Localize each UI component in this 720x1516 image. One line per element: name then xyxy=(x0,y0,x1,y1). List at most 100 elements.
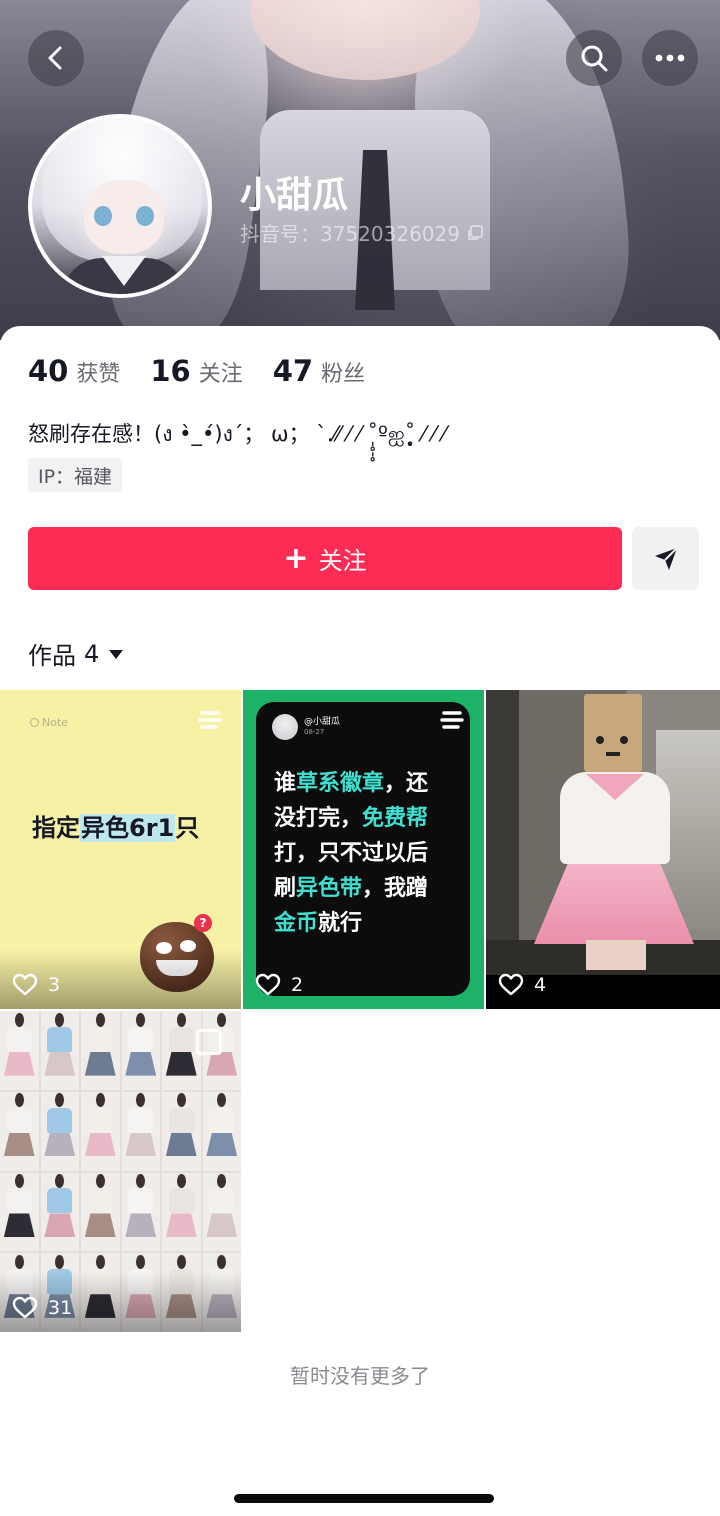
search-button[interactable] xyxy=(566,30,622,86)
collage-top xyxy=(87,1188,113,1214)
note-ring-icon xyxy=(30,718,39,727)
menu-lines-icon xyxy=(198,711,222,729)
tab-works-label: 作品 xyxy=(28,642,76,670)
collage-head xyxy=(95,1093,105,1108)
stat-label: 关注 xyxy=(198,362,243,387)
collage-skirt xyxy=(165,1051,197,1076)
collage-cell xyxy=(81,1091,120,1171)
post-author: @小甜瓜 xyxy=(304,717,341,727)
search-icon xyxy=(581,45,608,72)
follow-button[interactable]: + 关注 xyxy=(28,527,622,590)
collage-skirt xyxy=(206,1213,238,1238)
collage-cell xyxy=(202,1091,241,1171)
bag-eye xyxy=(620,736,628,744)
post-text-highlight: 草系徽章 xyxy=(296,771,385,796)
collage-head xyxy=(55,1254,65,1269)
collage-head xyxy=(217,1254,227,1269)
collage-head xyxy=(176,1012,186,1027)
profile-bio: 怒刷存在感！(ง •̀_•́)ง´； ω； `.⁄⁄ ⁄ ⁄ ˚̩̥̩̥ºஐ˚̩… xyxy=(28,422,446,446)
like-count-value: 31 xyxy=(48,1297,73,1319)
collage-skirt xyxy=(206,1132,238,1157)
collage-head xyxy=(136,1093,146,1108)
collage-cell xyxy=(0,1011,39,1090)
collage-head xyxy=(14,1012,24,1027)
post-date: 08-27 xyxy=(304,728,325,736)
collage-skirt xyxy=(3,1213,35,1238)
post-text-part: 打，只不过以后 xyxy=(274,841,429,866)
post-line: 谁草系徽章，还 xyxy=(274,766,458,801)
collage-skirt xyxy=(84,1132,116,1157)
tab-works[interactable]: 作品 4 xyxy=(28,636,125,671)
video-thumbnail[interactable]: 4 xyxy=(486,690,720,1009)
collage-top xyxy=(168,1026,194,1052)
collage-head xyxy=(176,1093,186,1108)
collage-skirt xyxy=(3,1132,35,1157)
home-indicator[interactable] xyxy=(234,1494,494,1503)
collage-top xyxy=(87,1107,113,1133)
collage-head xyxy=(176,1254,186,1269)
follow-button-label: 关注 xyxy=(318,547,367,575)
collage-top xyxy=(128,1107,154,1133)
collage-head xyxy=(55,1093,65,1108)
like-count-value: 2 xyxy=(291,974,304,996)
share-button[interactable] xyxy=(632,527,699,590)
collage-head xyxy=(55,1012,65,1027)
back-button[interactable] xyxy=(28,30,84,86)
ip-location-tag: IP：福建 xyxy=(28,458,123,492)
tab-works-count: 4 xyxy=(84,639,100,668)
collage-cell xyxy=(121,1172,160,1252)
like-count: 2 xyxy=(255,973,303,997)
more-button[interactable] xyxy=(642,30,698,86)
collage-head xyxy=(176,1174,186,1189)
post-text-part: 没打完， xyxy=(274,806,363,831)
post-text-highlight: 异色带 xyxy=(296,876,363,901)
video-thumbnail[interactable]: 31 xyxy=(0,1011,241,1332)
stat-following[interactable]: 16 关注 xyxy=(150,354,242,388)
video-thumbnail[interactable]: @小甜瓜 08-27 谁草系徽章，还 没打完，免费帮 打，只不过以后 刷异色带，… xyxy=(243,690,484,1009)
bag-eye xyxy=(596,736,604,744)
collage-cell xyxy=(121,1011,160,1090)
collage-head xyxy=(136,1174,146,1189)
collage-cell xyxy=(162,1011,201,1090)
profile-uid-row[interactable]: 抖音号：37520326029 xyxy=(240,218,484,247)
copy-icon[interactable] xyxy=(466,224,484,242)
plus-icon: + xyxy=(283,540,309,576)
collage-skirt xyxy=(44,1213,76,1238)
collage-skirt xyxy=(125,1051,157,1076)
collage-skirt xyxy=(125,1213,157,1238)
collage-skirt xyxy=(165,1213,197,1238)
paper-bag-mask xyxy=(584,694,642,772)
collage-cell xyxy=(81,1172,120,1252)
post-screenshot: @小甜瓜 08-27 谁草系徽章，还 没打完，免费帮 打，只不过以后 刷异色带，… xyxy=(256,702,470,996)
collage-skirt xyxy=(125,1132,157,1157)
avatar[interactable] xyxy=(28,114,212,298)
collage-top xyxy=(6,1026,32,1052)
collage-cell xyxy=(121,1091,160,1171)
note-brand: Note xyxy=(42,716,69,729)
menu-lines-icon xyxy=(440,711,464,729)
collage-skirt xyxy=(206,1051,238,1076)
question-badge: ? xyxy=(194,914,212,932)
like-count: 3 xyxy=(12,973,60,997)
profile-username: 小甜瓜 xyxy=(240,175,349,216)
collage-skirt xyxy=(84,1051,116,1076)
collage-top xyxy=(47,1188,73,1214)
stat-likes[interactable]: 40 获赞 xyxy=(28,354,120,388)
video-thumbnail[interactable]: Note 指定异色6r1只 ? 3 xyxy=(0,690,241,1009)
collage-cell xyxy=(40,1011,79,1090)
heart-outline-icon xyxy=(498,973,524,996)
collage-head xyxy=(95,1254,105,1269)
post-line: 金币就行 xyxy=(274,906,458,941)
post-line: 打，只不过以后 xyxy=(274,836,458,871)
collage-head xyxy=(95,1174,105,1189)
heart-outline-icon xyxy=(12,973,38,996)
collage-skirt xyxy=(3,1051,35,1076)
collage-top xyxy=(168,1188,194,1214)
stat-followers[interactable]: 47 粉丝 xyxy=(273,354,365,388)
collage-top xyxy=(6,1107,32,1133)
avatar-art xyxy=(94,206,112,226)
collage-head xyxy=(136,1012,146,1027)
mini-avatar xyxy=(272,714,298,740)
send-icon xyxy=(654,546,678,570)
collage-top xyxy=(47,1026,73,1052)
